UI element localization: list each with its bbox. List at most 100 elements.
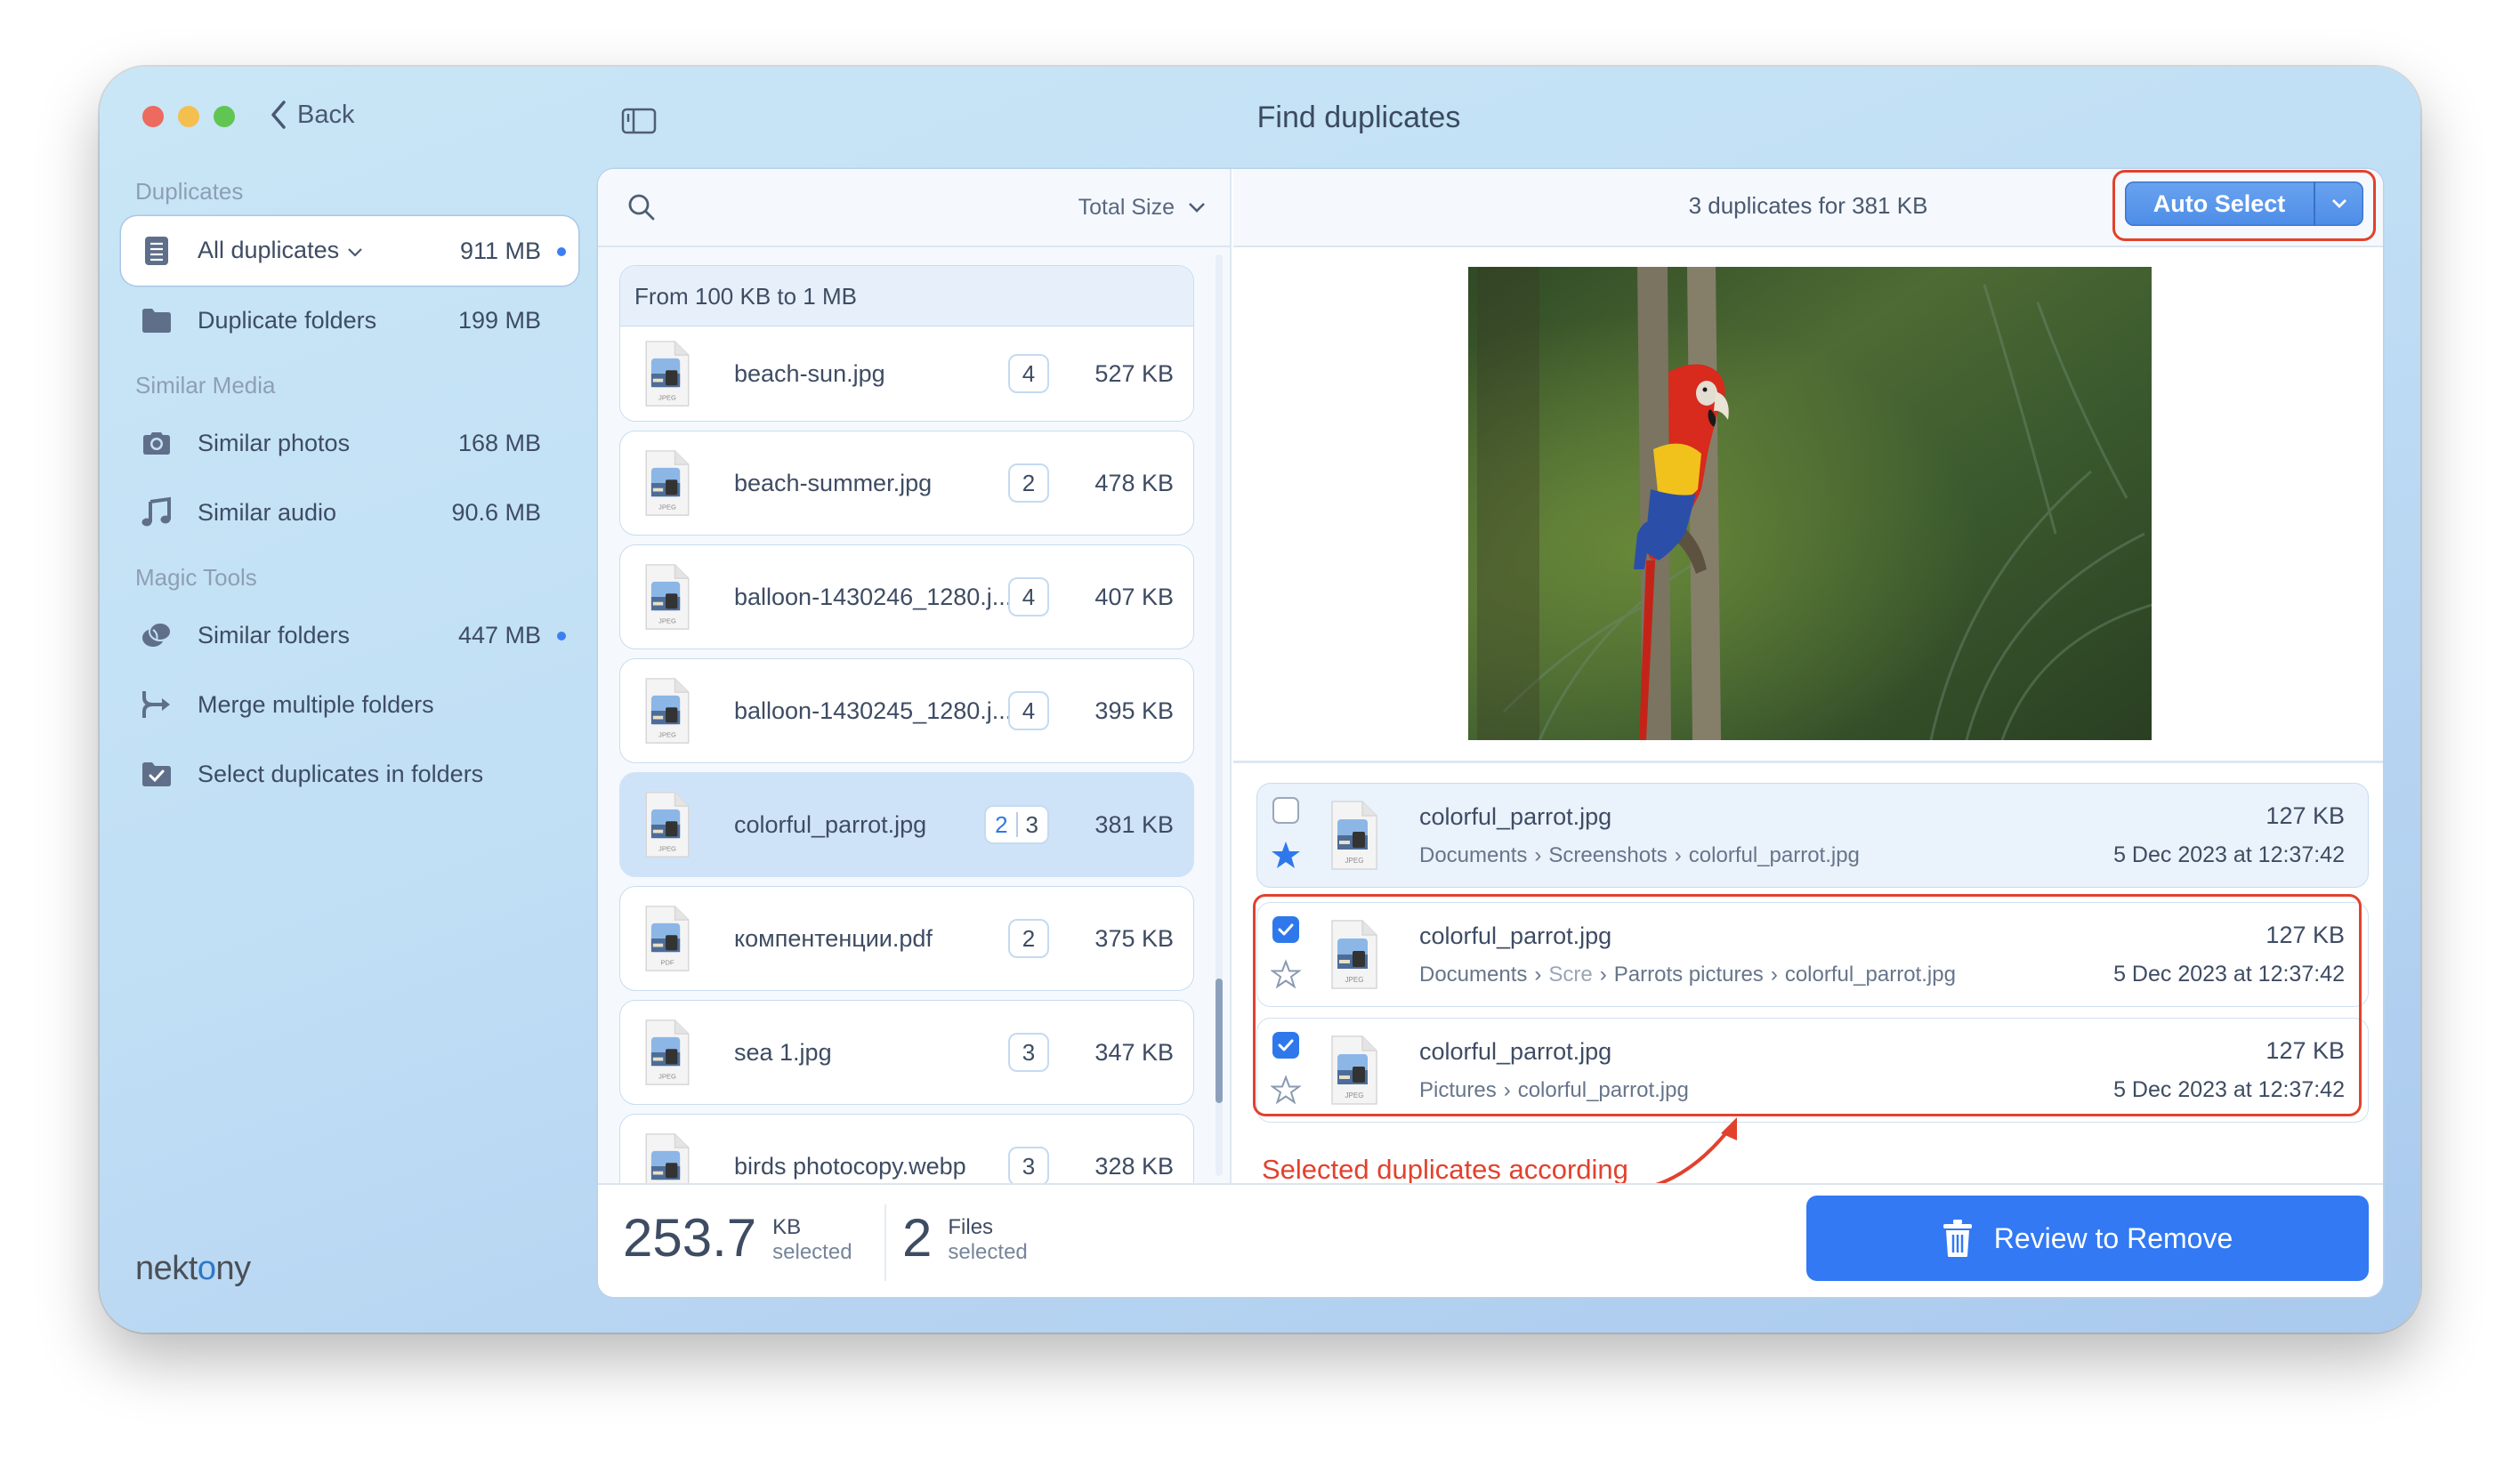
sidebar-item-value: 168 MB — [457, 429, 541, 456]
file-name: balloon-1430245_1280.j... — [734, 697, 1008, 724]
list-item[interactable]: JPEG balloon-1430245_1280.j... 4 395 KB — [619, 658, 1194, 763]
file-size: 127 KB — [2266, 1037, 2345, 1064]
back-label: Back — [297, 100, 355, 129]
new-indicator-dot — [557, 247, 566, 256]
back-button[interactable]: Back — [269, 99, 354, 131]
auto-select-label[interactable]: Auto Select — [2125, 190, 2314, 218]
path-segment[interactable]: Scre — [1548, 963, 1592, 987]
list-item[interactable]: WEBP birds photocopy.webp 3 328 KB — [619, 1114, 1194, 1183]
duplicate-file-row[interactable]: JPEG colorful_parrot.jpg Pictures › colorful… — [1256, 1018, 2369, 1123]
file-name: colorful_parrot.jpg — [1419, 922, 1612, 949]
sidebar-item-duplicate-folders[interactable]: Duplicate folders 199 MB — [121, 286, 578, 355]
select-checkbox[interactable] — [1272, 796, 1299, 824]
sidebar-item-value: 911 MB — [459, 237, 541, 264]
folder-icon — [141, 304, 173, 336]
selected-count: 2 — [995, 810, 1008, 838]
list-item[interactable]: JPEG balloon-1430246_1280.j... 4 407 KB — [619, 544, 1194, 649]
auto-select-dropdown[interactable] — [2315, 197, 2363, 210]
chevron-down-icon[interactable] — [346, 238, 364, 265]
file-type-icon: JPEG — [642, 791, 691, 858]
camera-icon — [141, 427, 173, 459]
chevron-left-icon — [271, 101, 286, 129]
chevron-down-icon — [2332, 199, 2346, 208]
sidebar-item-similar-audio[interactable]: Similar audio 90.6 MB — [121, 478, 578, 547]
path-segment[interactable]: colorful_parrot.jpg — [1689, 843, 1860, 867]
sidebar-section-magic-tools: Magic Tools — [135, 564, 257, 591]
sidebar-item-similar-photos[interactable]: Similar photos 168 MB — [121, 408, 578, 478]
list-item[interactable]: JPEG beach-summer.jpg 2 478 KB — [619, 431, 1194, 536]
list-item[interactable]: JPEG beach-sun.jpg 4 527 KB — [620, 326, 1193, 421]
file-size: 381 KB — [1094, 810, 1174, 838]
file-name: sea 1.jpg — [734, 1038, 832, 1066]
svg-text:JPEG: JPEG — [1345, 1091, 1364, 1100]
sidebar-item-all-duplicates[interactable]: All duplicates 911 MB — [121, 216, 578, 286]
file-name: colorful_parrot.jpg — [1419, 802, 1612, 830]
svg-text:JPEG: JPEG — [658, 844, 676, 852]
selected-size-value: 253.7 — [623, 1208, 757, 1268]
path-segment[interactable]: Parrots pictures — [1614, 963, 1764, 987]
select-checkbox[interactable] — [1272, 915, 1299, 943]
path-separator-icon: › — [1770, 962, 1778, 987]
chevron-down-icon — [1189, 203, 1205, 213]
sidebar-section-duplicates: Duplicates — [135, 178, 244, 205]
sidebar-item-label: Merge multiple folders — [198, 690, 434, 718]
maximize-window-button[interactable] — [214, 106, 235, 127]
sort-dropdown[interactable]: Total Size — [1078, 195, 1207, 221]
svg-text:PDF: PDF — [660, 958, 674, 966]
file-type-icon: JPEG — [1329, 1034, 1378, 1107]
sidebar-item-similar-folders[interactable]: Similar folders 447 MB — [121, 600, 578, 670]
selection-footer: 253.7 KB selected 2 Files selected Revie… — [598, 1183, 2383, 1297]
image-preview[interactable] — [1468, 267, 2152, 740]
auto-select-button[interactable]: Auto Select — [2125, 181, 2363, 226]
path-segment[interactable]: colorful_parrot.jpg — [1518, 1078, 1689, 1102]
sidebar-item-value: 199 MB — [457, 306, 541, 334]
sidebar-item-label: Similar audio — [198, 498, 337, 526]
select-checkbox[interactable] — [1272, 1031, 1299, 1059]
file-name: birds photocopy.webp — [734, 1152, 966, 1180]
list-scrollbar-thumb[interactable] — [1216, 979, 1223, 1103]
sidebar-item-label: Duplicate folders — [198, 306, 377, 334]
sidebar-item-merge-folders[interactable]: Merge multiple folders — [121, 670, 578, 739]
file-type-icon: JPEG — [1329, 918, 1378, 991]
file-date: 5 Dec 2023 at 12:37:42 — [2113, 962, 2345, 987]
file-name: colorful_parrot.jpg — [1419, 1037, 1612, 1065]
review-to-remove-button[interactable]: Review to Remove — [1806, 1196, 2369, 1281]
sidebar-item-label: Similar folders — [198, 621, 351, 648]
selected-size-caption: selected — [772, 1240, 852, 1264]
duplicates-list: From 100 KB to 1 MB JPEG beach-sun.jpg 4 52… — [598, 249, 1230, 1183]
duplicate-file-row[interactable]: JPEG colorful_parrot.jpg Documents › Screens… — [1256, 783, 2369, 888]
path-segment[interactable]: Screenshots — [1548, 843, 1667, 867]
list-item[interactable]: PDF компентенции.pdf 2 375 KB — [619, 886, 1194, 991]
total-count: 3 — [1025, 810, 1038, 838]
close-window-button[interactable] — [142, 106, 164, 127]
search-icon[interactable] — [626, 192, 657, 222]
duplicate-file-row[interactable]: JPEG colorful_parrot.jpg Documents › Scre › Pa… — [1256, 902, 2369, 1007]
duplicate-count-badge: 3 — [1008, 1033, 1049, 1072]
duplicate-count-badge: 4 — [1008, 354, 1049, 393]
list-item[interactable]: JPEG colorful_parrot.jpg 2 3 381 KB — [619, 772, 1194, 877]
star-outline-icon[interactable] — [1269, 958, 1303, 994]
star-outline-icon[interactable] — [1269, 1074, 1303, 1109]
duplicate-count-badge: 2 — [1008, 919, 1049, 958]
svg-text:JPEG: JPEG — [658, 1072, 676, 1080]
path-segment[interactable]: Documents — [1419, 963, 1527, 987]
nektony-logo: nektony — [135, 1250, 251, 1287]
duplicate-count-badge: 2 — [1008, 463, 1049, 503]
sidebar-item-select-in-folders[interactable]: Select duplicates in folders — [121, 739, 578, 809]
sidebar-toggle-icon[interactable] — [621, 108, 657, 134]
star-filled-icon[interactable] — [1271, 840, 1301, 874]
stat-divider — [884, 1204, 886, 1281]
file-date: 5 Dec 2023 at 12:37:42 — [2113, 1077, 2345, 1102]
svg-text:JPEG: JPEG — [658, 730, 676, 738]
path-segment[interactable]: Pictures — [1419, 1078, 1497, 1102]
file-size: 347 KB — [1094, 1038, 1174, 1066]
list-item[interactable]: JPEG sea 1.jpg 3 347 KB — [619, 1000, 1194, 1105]
path-segment[interactable]: colorful_parrot.jpg — [1785, 963, 1956, 987]
file-path-breadcrumb: Documents › Scre › Parrots pictures › colorful… — [1419, 963, 2113, 987]
minimize-window-button[interactable] — [178, 106, 199, 127]
file-type-icon: PDF — [642, 905, 691, 972]
path-segment[interactable]: Documents — [1419, 843, 1527, 867]
sidebar-item-value: 447 MB — [457, 621, 541, 648]
selected-size-stat: 253.7 KB selected — [623, 1212, 852, 1265]
svg-text:JPEG: JPEG — [1345, 976, 1364, 984]
